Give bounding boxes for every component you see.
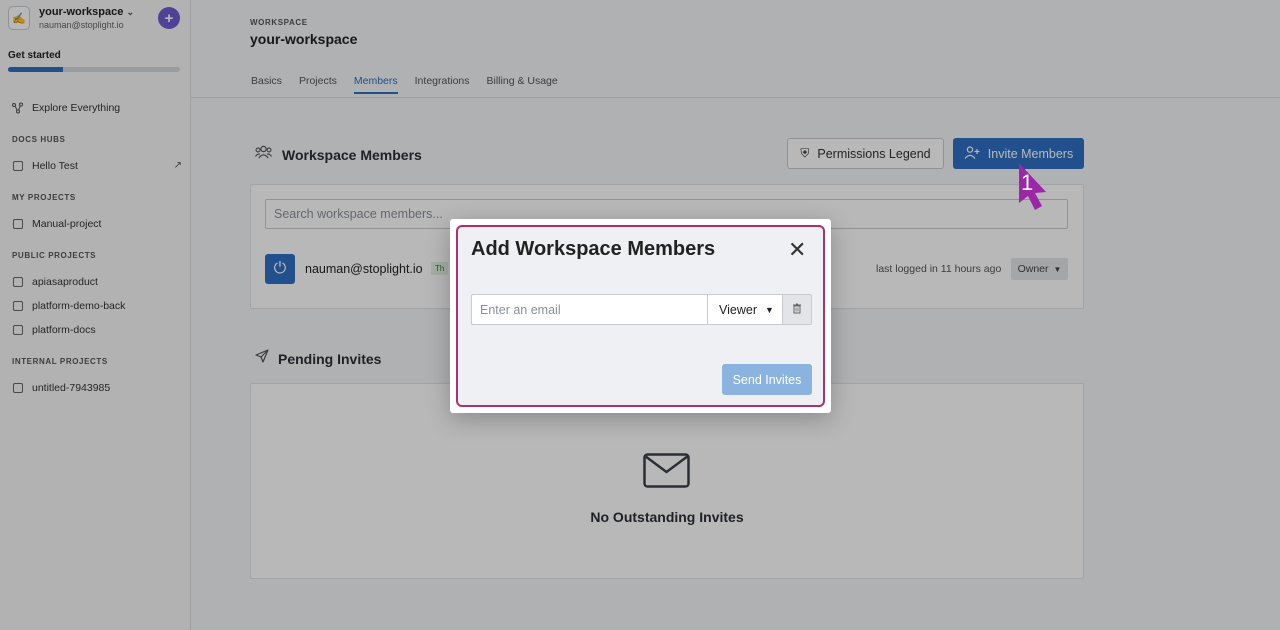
annotation-step-number: 1 — [1021, 170, 1034, 195]
send-invites-button[interactable]: Send Invites — [722, 364, 812, 395]
modal-highlight: Add Workspace Members ✕ Enter an email V… — [456, 225, 825, 407]
email-field[interactable]: Enter an email — [471, 294, 708, 325]
email-placeholder: Enter an email — [480, 302, 561, 317]
modal-title: Add Workspace Members — [471, 238, 716, 260]
caret-down-icon: ▼ — [764, 304, 774, 315]
add-members-modal: Add Workspace Members ✕ Enter an email V… — [450, 219, 831, 413]
send-invites-label: Send Invites — [732, 372, 802, 387]
trash-icon — [792, 301, 802, 319]
role-select[interactable]: Viewer ▼ — [707, 294, 783, 325]
role-select-value: Viewer — [719, 302, 757, 317]
remove-row-button[interactable] — [782, 294, 812, 325]
close-icon[interactable]: ✕ — [788, 239, 806, 261]
